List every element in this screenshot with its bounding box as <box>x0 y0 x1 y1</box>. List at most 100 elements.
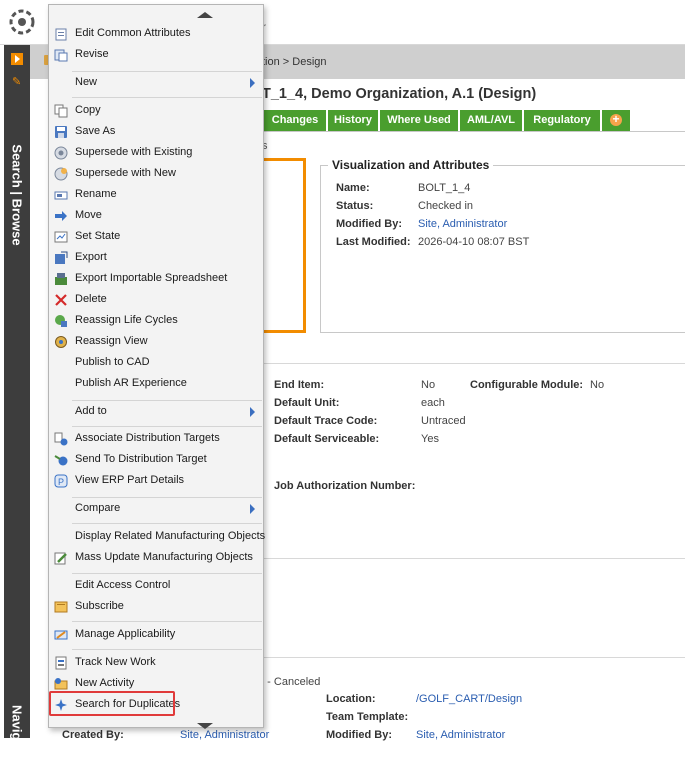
default-unit-label: Default Unit: <box>274 397 340 409</box>
pin-icon[interactable]: ✎ <box>12 77 22 88</box>
modified-by-label: Modified By: <box>336 218 402 230</box>
supersede-new-icon <box>54 167 68 181</box>
section-divider <box>262 558 685 559</box>
menu-item-reassign-view[interactable]: Reassign View <box>50 332 264 352</box>
menu-separator <box>72 497 262 498</box>
team-template-label: Team Template: <box>326 711 409 723</box>
created-by-link[interactable]: Site, Administrator <box>180 729 269 741</box>
status-label: Status: <box>336 200 374 212</box>
menu-separator <box>72 573 262 574</box>
menu-item-label: Save As <box>75 125 116 137</box>
menu-separator <box>72 71 262 72</box>
edit-attributes-icon <box>55 28 67 41</box>
expand-navigator-icon[interactable] <box>11 53 23 65</box>
visualization-title: Visualization and Attributes <box>328 158 494 172</box>
menu-item-label: Delete <box>75 293 107 305</box>
location-link[interactable]: /GOLF_CART/Design <box>416 693 522 705</box>
menu-item-publish-ar-experience[interactable]: Publish AR Experience <box>50 374 264 394</box>
menu-item-publish-to-cad[interactable]: Publish to CAD <box>50 353 264 373</box>
menu-item-edit-common-attributes[interactable]: Edit Common Attributes <box>50 24 264 44</box>
menu-separator <box>72 97 262 98</box>
menu-item-label: Track New Work <box>75 656 156 668</box>
menu-item-label: Rename <box>75 188 117 200</box>
copy-icon <box>54 104 68 118</box>
reassign-view-icon <box>55 336 67 348</box>
app-logo-icon[interactable] <box>9 9 35 35</box>
menu-item-label: Display Related Manufacturing Objects <box>75 530 266 542</box>
configurable-module-label: Configurable Module: <box>470 379 584 391</box>
modified-by-link-bottom[interactable]: Site, Administrator <box>416 729 505 741</box>
menu-item-revise[interactable]: Revise <box>50 45 264 65</box>
menu-item-label: Manage Applicability <box>75 628 176 640</box>
menu-item-supersede-existing[interactable]: Supersede with Existing <box>50 143 264 163</box>
menu-item-edit-access-control[interactable]: Edit Access Control <box>50 576 264 596</box>
tab-where-used[interactable]: Where Used <box>380 110 460 131</box>
tab-aml-avl[interactable]: AML/AVL <box>460 110 524 131</box>
tab-divider <box>264 131 685 132</box>
menu-item-label: Publish AR Experience <box>75 377 187 389</box>
menu-item-track-new-work[interactable]: Track New Work <box>50 653 264 673</box>
menu-item-move[interactable]: Move <box>50 206 264 226</box>
menu-item-label: Publish to CAD <box>75 356 150 368</box>
manage-applicability-icon <box>54 630 68 640</box>
menu-item-label: Edit Access Control <box>75 579 171 591</box>
name-value: BOLT_1_4 <box>418 182 471 194</box>
modified-by-label-bottom: Modified By: <box>326 729 392 741</box>
menu-item-copy[interactable]: Copy <box>50 101 264 121</box>
menu-item-mass-update-manufacturing-objects[interactable]: Mass Update Manufacturing Objects <box>50 548 264 568</box>
section-divider <box>262 363 685 364</box>
menu-item-subscribe[interactable]: Subscribe <box>50 597 264 617</box>
breadcrumb-text[interactable]: tion > Design <box>262 56 327 68</box>
menu-item-delete[interactable]: Delete <box>50 290 264 310</box>
export-spreadsheet-icon <box>55 273 67 285</box>
menu-item-save-as[interactable]: Save As <box>50 122 264 142</box>
menu-item-add-to[interactable]: Add to <box>50 402 264 422</box>
modified-by-link[interactable]: Site, Administrator <box>418 218 507 230</box>
rename-icon <box>54 191 68 200</box>
menu-item-label: Supersede with New <box>75 167 176 179</box>
menu-item-label: Supersede with Existing <box>75 146 193 158</box>
menu-item-display-related-manufacturing-objects[interactable]: Display Related Manufacturing Objects <box>50 527 266 547</box>
menu-item-send-to-distribution-target[interactable]: Send To Distribution Target <box>50 450 264 470</box>
menu-item-view-erp-part-details[interactable]: P View ERP Part Details <box>50 471 264 491</box>
associate-targets-icon <box>54 432 68 446</box>
move-icon <box>55 211 67 221</box>
menu-item-set-state[interactable]: Set State <box>50 227 264 247</box>
scroll-up-icon[interactable] <box>197 12 213 18</box>
menu-item-manage-applicability[interactable]: Manage Applicability <box>50 625 264 645</box>
track-work-icon <box>55 656 67 670</box>
menu-item-label: Mass Update Manufacturing Objects <box>75 551 253 563</box>
navigator-panel: ✎ Search | Browse Navigator <box>4 45 30 765</box>
menu-item-export-spreadsheet[interactable]: Export Importable Spreadsheet <box>50 269 264 289</box>
menu-item-label: Subscribe <box>75 600 124 612</box>
menu-item-supersede-new[interactable]: Supersede with New <box>50 164 264 184</box>
menu-item-label: Export <box>75 251 107 263</box>
menu-item-associate-distribution-targets[interactable]: Associate Distribution Targets <box>50 429 264 449</box>
menu-separator <box>72 523 262 524</box>
menu-item-rename[interactable]: Rename <box>50 185 264 205</box>
menu-item-new[interactable]: New <box>50 73 264 93</box>
thumbnail-frame[interactable] <box>262 158 306 333</box>
menu-item-label: Export Importable Spreadsheet <box>75 272 228 284</box>
submenu-arrow-icon <box>250 504 255 514</box>
menu-separator <box>72 426 262 427</box>
tab-regulatory[interactable]: Regulatory <box>524 110 602 131</box>
visualization-panel <box>320 165 685 333</box>
scroll-down-icon[interactable] <box>197 723 213 729</box>
job-authorization-label: Job Authorization Number: <box>274 480 416 492</box>
set-state-icon <box>54 231 68 243</box>
submenu-arrow-icon <box>250 407 255 417</box>
tab-history[interactable]: History <box>328 110 380 131</box>
add-tab-button[interactable]: + <box>602 110 632 131</box>
tab-changes[interactable]: Changes <box>264 110 328 131</box>
menu-item-export[interactable]: Export <box>50 248 264 268</box>
erp-details-icon: P <box>54 474 68 488</box>
svg-text:P: P <box>58 477 64 487</box>
menu-item-compare[interactable]: Compare <box>50 499 264 519</box>
status-value: Checked in <box>418 200 474 212</box>
menu-separator <box>72 649 262 650</box>
navigator-label[interactable]: Navigator <box>10 705 25 765</box>
subscribe-icon <box>54 601 68 613</box>
search-browse-tab[interactable]: Search | Browse <box>10 144 25 245</box>
menu-item-reassign-life-cycles[interactable]: Reassign Life Cycles <box>50 311 264 331</box>
